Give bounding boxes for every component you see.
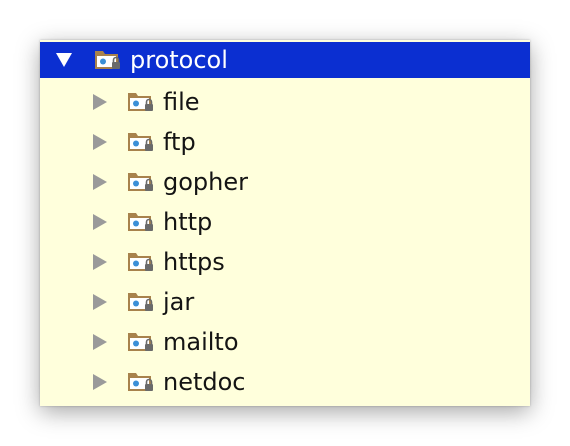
screenshot-stage: protocol file ftp gopher http https jar … — [0, 0, 570, 446]
package-folder-icon — [127, 250, 155, 274]
expand-arrow-icon[interactable] — [56, 53, 72, 67]
collapse-arrow-icon[interactable] — [93, 134, 107, 150]
collapse-arrow-icon[interactable] — [93, 94, 107, 110]
package-folder-icon — [94, 48, 122, 72]
package-folder-icon — [127, 290, 155, 314]
tree-node-protocol[interactable]: protocol — [40, 42, 530, 78]
package-folder-icon — [127, 210, 155, 234]
package-folder-icon — [127, 130, 155, 154]
tree-node-http[interactable]: http — [40, 202, 530, 242]
tree-node-label: netdoc — [163, 368, 246, 396]
package-tree-panel: protocol file ftp gopher http https jar … — [40, 40, 530, 406]
tree-node-file[interactable]: file — [40, 82, 530, 122]
tree-node-label: jar — [163, 288, 195, 316]
tree-node-ftp[interactable]: ftp — [40, 122, 530, 162]
collapse-arrow-icon[interactable] — [93, 374, 107, 390]
tree-node-netdoc[interactable]: netdoc — [40, 362, 530, 402]
tree-node-mailto[interactable]: mailto — [40, 322, 530, 362]
tree-node-gopher[interactable]: gopher — [40, 162, 530, 202]
tree-node-https[interactable]: https — [40, 242, 530, 282]
collapse-arrow-icon[interactable] — [93, 294, 107, 310]
collapse-arrow-icon[interactable] — [93, 214, 107, 230]
tree-node-label: https — [163, 248, 225, 276]
tree-node-label: http — [163, 208, 213, 236]
tree-node-label: ftp — [163, 128, 196, 156]
package-folder-icon — [127, 170, 155, 194]
package-folder-icon — [127, 370, 155, 394]
tree-node-label: mailto — [163, 328, 239, 356]
collapse-arrow-icon[interactable] — [93, 254, 107, 270]
tree-node-label: file — [163, 88, 200, 116]
collapse-arrow-icon[interactable] — [93, 334, 107, 350]
tree-node-jar[interactable]: jar — [40, 282, 530, 322]
tree-node-label: gopher — [163, 168, 248, 196]
package-folder-icon — [127, 90, 155, 114]
tree-node-label: protocol — [130, 46, 228, 74]
package-folder-icon — [127, 330, 155, 354]
collapse-arrow-icon[interactable] — [93, 174, 107, 190]
